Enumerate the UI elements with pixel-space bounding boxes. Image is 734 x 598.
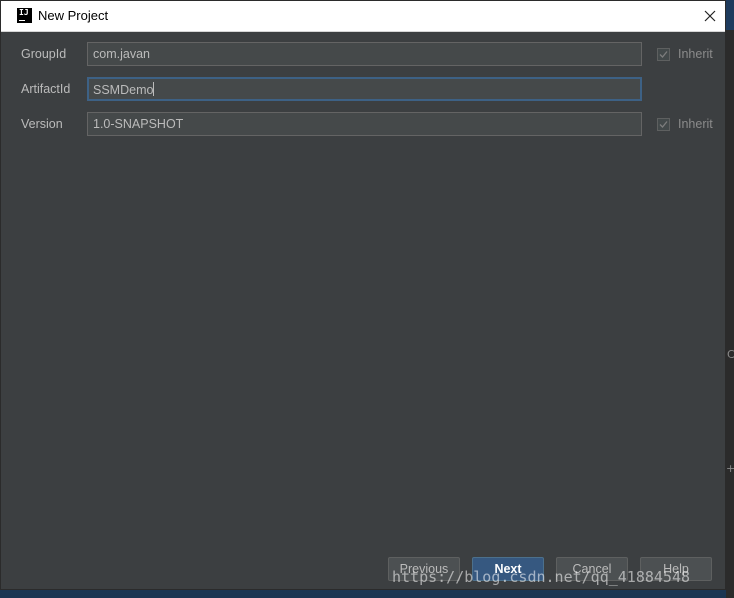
group-id-label: GroupId [21, 47, 67, 61]
background-window-edge [726, 30, 734, 598]
window-title: New Project [38, 8, 109, 23]
background-mark: + [726, 462, 734, 475]
artifact-id-input[interactable]: SSMDemo [87, 77, 642, 101]
close-button[interactable] [695, 1, 725, 31]
group-id-input[interactable]: com.javan [87, 42, 642, 66]
group-id-inherit[interactable]: Inherit [657, 47, 713, 61]
text-caret [153, 82, 155, 96]
intellij-icon: IJ [17, 8, 32, 23]
checkmark-icon [659, 50, 668, 58]
artifact-id-label: ArtifactId [21, 82, 71, 96]
close-icon [704, 10, 716, 22]
artifact-id-row: ArtifactId SSMDemo [1, 77, 725, 103]
version-label: Version [21, 117, 63, 131]
group-id-row: GroupId com.javan Inherit [1, 42, 725, 68]
group-id-inherit-checkbox[interactable] [657, 47, 670, 61]
group-id-inherit-label: Inherit [678, 47, 713, 61]
version-inherit-checkbox[interactable] [657, 117, 670, 131]
version-input[interactable]: 1.0-SNAPSHOT [87, 112, 642, 136]
watermark-text: https://blog.csdn.net/qq_41884548 [392, 568, 691, 586]
checkmark-icon [659, 120, 668, 128]
version-inherit-label: Inherit [678, 117, 713, 131]
version-row: Version 1.0-SNAPSHOT Inherit [1, 112, 725, 138]
new-project-dialog: IJ New Project GroupId com.javan Inherit… [0, 0, 726, 590]
artifact-id-value: SSMDemo [93, 83, 154, 97]
background-mark: C [727, 348, 734, 361]
title-bar: IJ New Project [1, 1, 725, 32]
version-inherit[interactable]: Inherit [657, 117, 713, 131]
